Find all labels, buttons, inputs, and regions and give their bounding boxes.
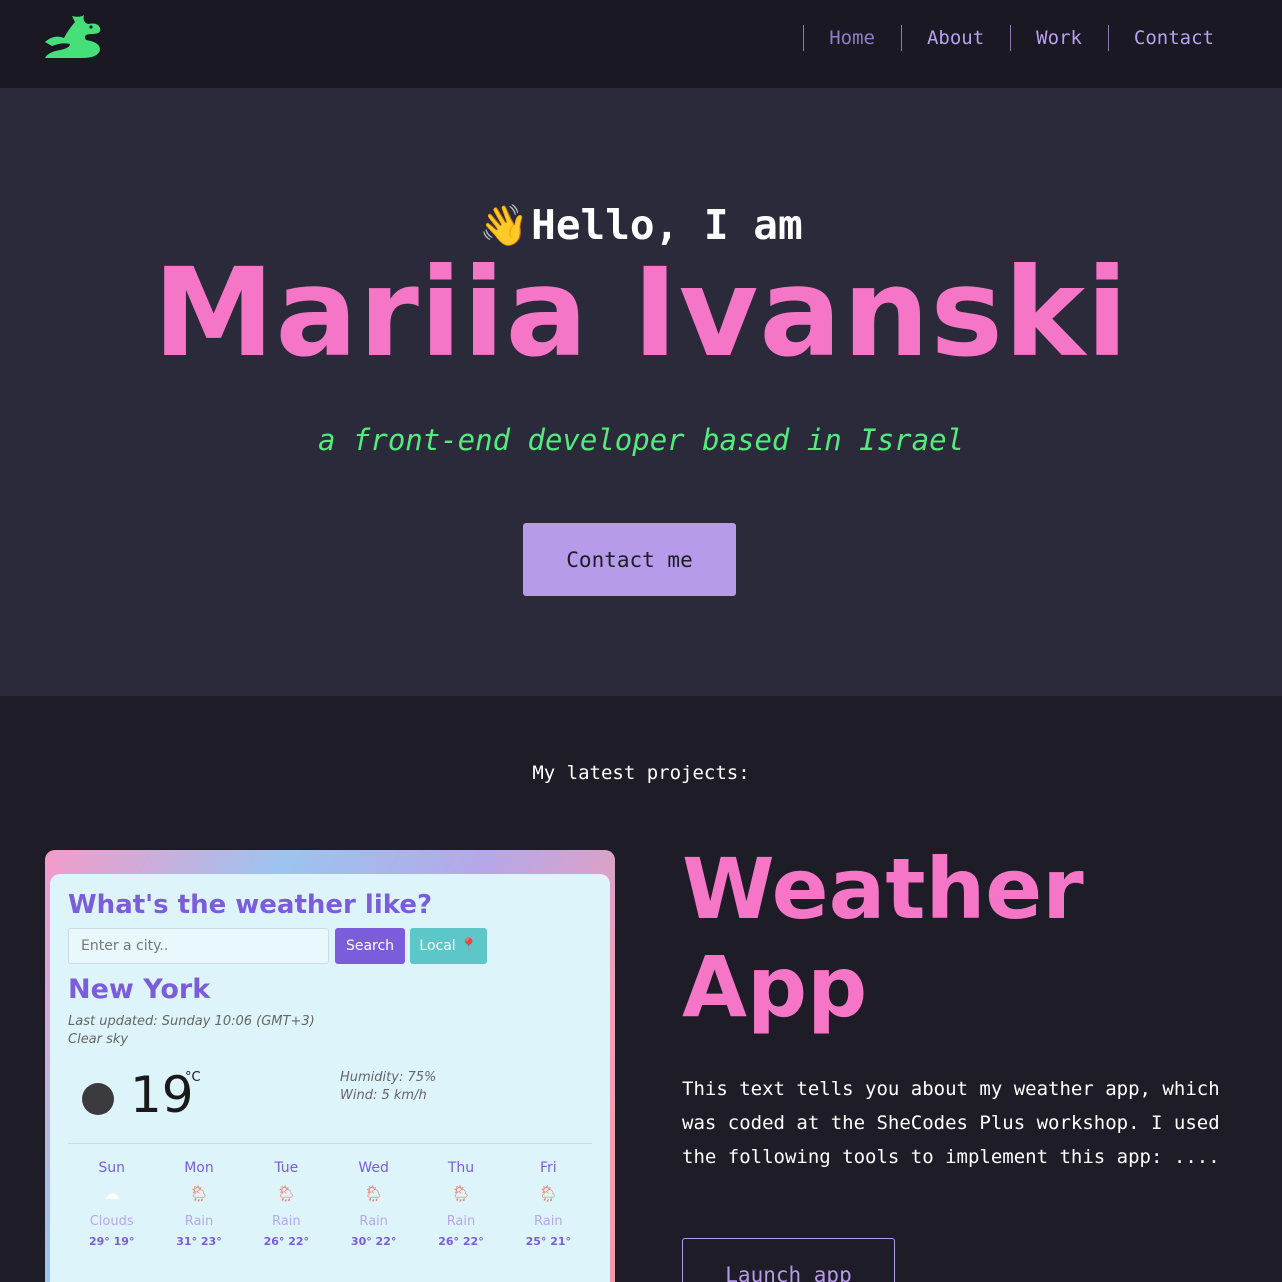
forecast-day: Wed 🌦 Rain 30° 22° xyxy=(330,1160,417,1248)
weather-search-button: Search xyxy=(335,928,405,964)
weather-wind: Wind: 5 km/h xyxy=(340,1088,427,1103)
contact-me-button[interactable]: Contact me xyxy=(523,523,736,596)
forecast-condition: Rain xyxy=(184,1214,214,1229)
rain-icon: 🌦 xyxy=(276,1184,297,1203)
nav-work-link[interactable]: Work xyxy=(1010,25,1108,51)
weather-city: New York xyxy=(68,974,211,1005)
project-title: Weather App xyxy=(682,840,1242,1036)
forecast-day-name: Fri xyxy=(539,1160,557,1176)
weather-humidity: Humidity: 75% xyxy=(340,1070,437,1085)
nav-home-link[interactable]: Home xyxy=(803,25,901,51)
forecast-day: Sun ☁ Clouds 29° 19° xyxy=(68,1160,155,1248)
forecast-temps: 25° 21° xyxy=(525,1235,572,1248)
hero-name: Mariia Ivanski xyxy=(152,242,1129,384)
nav-about-link[interactable]: About xyxy=(900,25,1010,51)
weather-divider xyxy=(68,1143,592,1144)
rain-icon: 🌦 xyxy=(188,1184,210,1203)
weather-local-button: Local 📍 xyxy=(410,928,487,964)
forecast-temps: 29° 19° xyxy=(88,1235,135,1248)
forecast-day-name: Tue xyxy=(274,1160,299,1176)
hero-tagline: a front-end developer based in Israel xyxy=(317,423,964,457)
forecast-condition: Rain xyxy=(534,1214,563,1229)
forecast-temps: 31° 23° xyxy=(176,1235,222,1248)
forecast-temps: 30° 22° xyxy=(350,1235,397,1248)
weather-forecast: Sun ☁ Clouds 29° 19° Mon 🌦 Rain 31° 23° … xyxy=(68,1160,592,1248)
project-title-line2: App xyxy=(682,938,868,1036)
forecast-condition: Rain xyxy=(272,1214,301,1229)
dragon-logo-icon[interactable] xyxy=(42,12,104,60)
nav-contact-link[interactable]: Contact xyxy=(1107,25,1240,51)
project-description: This text tells you about my weather app… xyxy=(682,1078,1220,1168)
city-search-input: Enter a city.. xyxy=(68,928,329,964)
hero-section: 👋Hello, I am Mariia Ivanski a front-end … xyxy=(0,88,1282,696)
navbar: Home About Work Contact xyxy=(0,0,1282,88)
forecast-day: Fri 🌦 Rain 25° 21° xyxy=(505,1160,592,1248)
rain-icon: 🌦 xyxy=(450,1184,472,1203)
rain-icon: 🌦 xyxy=(363,1184,384,1203)
weather-updated: Last updated: Sunday 10:06 (GMT+3) xyxy=(68,1014,315,1029)
forecast-condition: Rain xyxy=(359,1214,388,1229)
forecast-day-name: Sun xyxy=(98,1160,125,1176)
main-nav: Home About Work Contact xyxy=(803,22,1282,54)
rain-icon: 🌦 xyxy=(538,1184,559,1203)
weather-title: What's the weather like? xyxy=(68,890,433,920)
weather-card: What's the weather like? Enter a city.. … xyxy=(50,874,610,1282)
forecast-day-name: Thu xyxy=(447,1160,475,1176)
launch-app-button[interactable]: Launch app xyxy=(682,1238,895,1282)
forecast-condition: Rain xyxy=(446,1214,476,1229)
weather-condition-icon xyxy=(82,1083,114,1115)
forecast-temps: 26° 22° xyxy=(438,1235,484,1248)
project-title-line1: Weather xyxy=(682,840,1084,938)
forecast-temps: 26° 22° xyxy=(263,1235,310,1248)
forecast-day: Thu 🌦 Rain 26° 22° xyxy=(417,1160,504,1248)
forecast-day: Mon 🌦 Rain 31° 23° xyxy=(155,1160,242,1248)
cloud-icon: ☁ xyxy=(103,1184,120,1203)
weather-description: Clear sky xyxy=(68,1032,129,1047)
weather-unit: °C xyxy=(185,1070,201,1085)
weather-app-screenshot[interactable]: What's the weather like? Enter a city.. … xyxy=(45,850,615,1282)
forecast-day: Tue 🌦 Rain 26° 22° xyxy=(243,1160,330,1248)
forecast-day-name: Mon xyxy=(184,1160,214,1176)
forecast-condition: Clouds xyxy=(89,1214,134,1229)
forecast-day-name: Wed xyxy=(358,1160,389,1176)
projects-heading: My latest projects: xyxy=(532,762,750,784)
